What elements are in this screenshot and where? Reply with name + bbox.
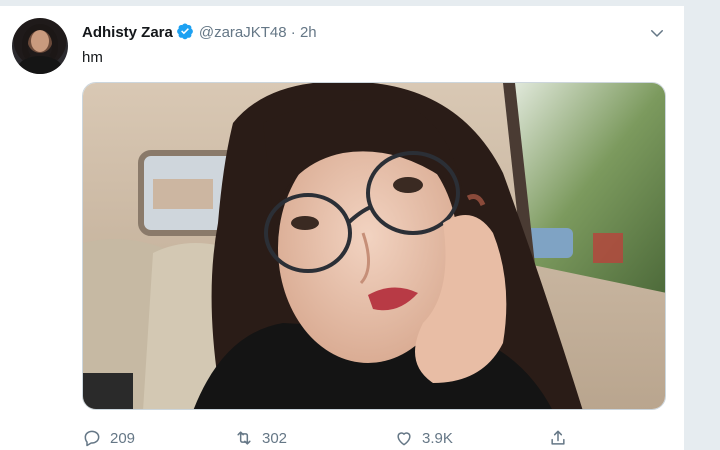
reply-count: 209 xyxy=(110,429,136,447)
tweet-header: Adhisty Zara @zaraJKT48 · 2h xyxy=(82,22,317,43)
chevron-down-icon[interactable] xyxy=(648,24,666,42)
tweet-card[interactable]: Adhisty Zara @zaraJKT48 · 2h hm 209 302 … xyxy=(0,6,685,450)
reply-icon xyxy=(84,430,100,447)
share-button[interactable] xyxy=(548,426,576,450)
share-icon xyxy=(551,430,565,445)
verified-icon xyxy=(176,23,193,40)
separator-dot: · xyxy=(290,24,296,41)
avatar-hair xyxy=(22,24,58,64)
avatar[interactable] xyxy=(12,18,68,74)
display-name[interactable]: Adhisty Zara xyxy=(82,24,173,41)
retweet-count: 302 xyxy=(262,429,288,447)
tweet-text: hm xyxy=(82,49,103,66)
like-count: 3.9K xyxy=(422,429,453,447)
reply-button[interactable]: 209 xyxy=(82,426,135,450)
like-button[interactable]: 3.9K xyxy=(394,426,453,450)
timestamp[interactable]: 2h xyxy=(300,24,317,41)
photo-illustration xyxy=(83,83,665,409)
tweet-actions: 209 302 3.9K xyxy=(82,426,582,450)
tweet-photo[interactable] xyxy=(82,82,666,410)
retweet-button[interactable]: 302 xyxy=(234,426,287,450)
retweet-icon xyxy=(237,431,251,445)
like-icon xyxy=(397,432,411,446)
handle[interactable]: @zaraJKT48 xyxy=(199,24,287,41)
